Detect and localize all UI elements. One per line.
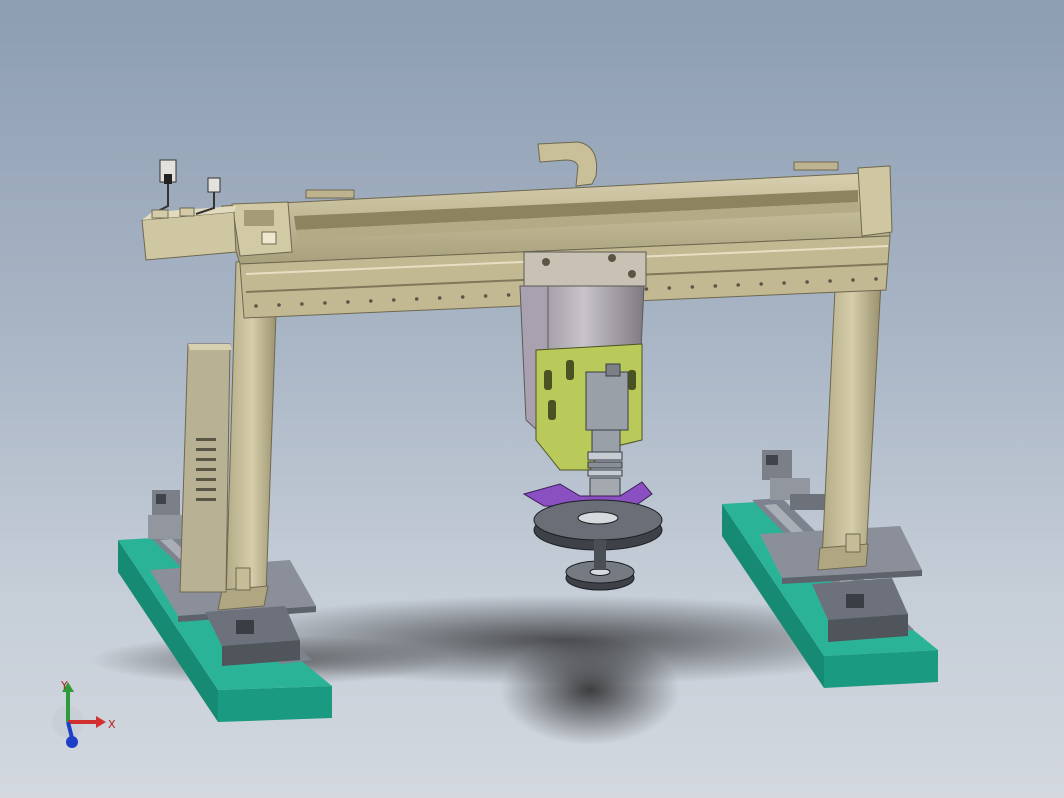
gantry-3d-model[interactable] <box>0 0 1064 798</box>
bolt-hole <box>483 294 488 298</box>
bolt-hole <box>392 298 396 302</box>
graphics-viewport[interactable]: Y X <box>0 0 1064 798</box>
bolt-hole <box>667 286 672 290</box>
bolt-hole <box>437 296 442 300</box>
z-carriage-top <box>523 251 647 287</box>
beam-drive-motor <box>141 211 237 261</box>
y-axis-label: Y <box>60 679 68 692</box>
bolt-hole <box>414 297 419 301</box>
bolt-hole <box>805 280 809 284</box>
bolt-hole <box>736 283 740 287</box>
bolt-hole <box>874 277 878 281</box>
beam-end-cap-right <box>857 165 893 237</box>
z-axis-head[interactable] <box>519 251 663 591</box>
left-base-slab-front <box>218 686 332 722</box>
axis-triad[interactable]: Y X <box>44 676 124 756</box>
spindle-coupling <box>587 429 623 497</box>
bolt-hole <box>759 282 763 286</box>
right-base-slab-front <box>824 650 938 688</box>
bolt-hole <box>323 301 327 305</box>
top-beam-assembly[interactable] <box>141 141 893 319</box>
bolt-hole <box>369 299 373 303</box>
bolt-hole <box>690 285 695 289</box>
x-axis-label: X <box>108 718 116 731</box>
spindle-motor <box>585 371 629 431</box>
limit-sensors <box>151 159 221 219</box>
cable-hook <box>537 141 598 187</box>
bolt-hole <box>277 303 281 307</box>
bolt-hole <box>300 302 304 306</box>
bolt-hole <box>828 279 832 283</box>
bolt-hole <box>506 293 511 297</box>
bolt-hole <box>254 304 258 308</box>
bolt-hole <box>851 278 855 282</box>
bolt-hole <box>460 295 465 299</box>
bolt-hole <box>782 281 786 285</box>
right-column-front <box>821 263 883 561</box>
right-column[interactable] <box>817 263 883 571</box>
bolt-hole <box>346 300 350 304</box>
bolt-hole <box>713 284 718 288</box>
bolt-hole <box>644 287 649 291</box>
